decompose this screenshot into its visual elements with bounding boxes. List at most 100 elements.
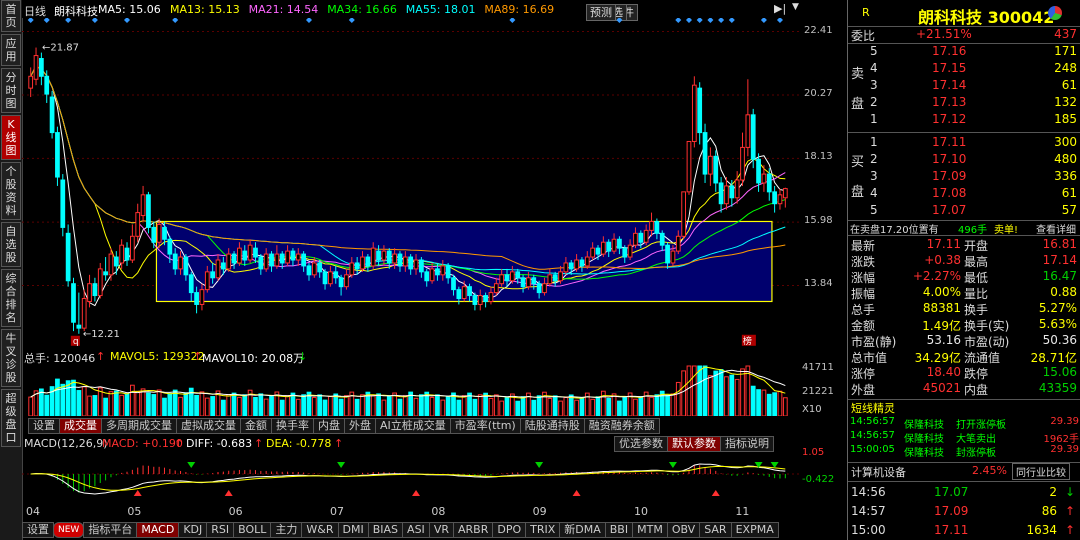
volume-bar	[167, 393, 173, 416]
candle-body	[328, 271, 333, 285]
ask-row[interactable]: 4 17.15 248	[848, 61, 1080, 76]
volume-bar	[220, 399, 226, 416]
volume-tab[interactable]: 内盘	[313, 418, 345, 434]
indicator-tab[interactable]: 新DMA	[559, 522, 606, 538]
indicator-tab[interactable]: SAR	[699, 522, 732, 538]
macd-param-button[interactable]: 指标说明	[720, 436, 774, 452]
left-nav-item[interactable]: 牛叉诊股	[1, 329, 21, 387]
ma-legend-item: MA21: 14.54	[248, 3, 319, 16]
left-nav-item[interactable]: 综合排名	[1, 269, 21, 327]
volume-bar	[338, 398, 344, 416]
macd-param-button[interactable]: 默认参数	[667, 436, 721, 452]
candle-body	[542, 283, 547, 294]
left-nav-item[interactable]: 自选股	[1, 222, 21, 267]
indicator-tab[interactable]: DMI	[337, 522, 369, 538]
macd-param-button[interactable]: 优选参数	[614, 436, 668, 452]
ma-legend-item: MA89: 16.69	[484, 3, 555, 16]
sprite-row[interactable]: 14:56:57 保隆科技 打开涨停板 29.39	[848, 416, 1080, 431]
candle-body	[408, 256, 414, 270]
indicator-tab[interactable]: OBV	[666, 522, 701, 538]
candlestick-chart[interactable]: ←21.87 ←12.21 q 榜	[22, 18, 802, 348]
indicator-tab[interactable]: W&R	[301, 522, 339, 538]
indicator-tab[interactable]: MACD	[136, 522, 180, 538]
ask-row[interactable]: 2 17.13 132	[848, 95, 1080, 110]
dropdown-caret-icon[interactable]: ▼	[792, 2, 799, 12]
candle-body	[595, 247, 601, 255]
indicator-tab[interactable]: BIAS	[367, 522, 404, 538]
event-marker-bang-label: 榜	[743, 335, 752, 347]
event-diamond	[172, 18, 179, 23]
indicator-tab[interactable]: ASI	[402, 522, 430, 538]
candle-body	[338, 277, 344, 288]
sprite-row[interactable]: 15:00:05 保隆科技 封涨停板 29.39	[848, 444, 1080, 459]
volume-tab[interactable]: AI立桩成交量	[375, 418, 451, 434]
volume-bar	[520, 396, 526, 416]
event-diamond	[348, 18, 355, 23]
volume-tab[interactable]: 成交量	[59, 418, 102, 434]
indicator-tab[interactable]: VR	[428, 522, 454, 538]
volume-tab[interactable]: 融资融券余额	[583, 418, 660, 434]
volume-chart[interactable]	[22, 364, 802, 416]
volume-bar	[681, 370, 687, 416]
left-nav-item[interactable]: K线图	[1, 115, 21, 160]
volume-bar	[81, 386, 87, 416]
sell-note-link[interactable]: 查看详细	[1036, 221, 1076, 236]
volume-tab[interactable]: 虚拟成交量	[176, 418, 241, 434]
volume-bar	[162, 397, 167, 416]
indicator-tab[interactable]: 设置	[22, 522, 54, 538]
candle-body	[285, 250, 290, 264]
candle-body	[376, 250, 381, 261]
nav-end-icon[interactable]: ▶|	[774, 2, 786, 15]
candle-body	[135, 212, 141, 237]
volume-tab[interactable]: 金额	[240, 418, 272, 434]
indicator-tab[interactable]: KDJ	[178, 522, 208, 538]
volume-tab[interactable]: 多周期成交量	[101, 418, 177, 434]
industry-compare-button[interactable]: 同行业比较	[1012, 463, 1070, 480]
period-label[interactable]: 日线	[24, 3, 46, 19]
tick-list: 14:56 17.07 2 ↓ 14:57 17.09 86 ↑ 15:00 17.11 1634 ↑	[848, 481, 1080, 540]
left-nav-item[interactable]: 个股资料	[1, 162, 21, 220]
indicator-tab[interactable]: 主力	[270, 522, 303, 538]
volume-bar	[697, 365, 703, 416]
indicator-tab[interactable]: 指标平台	[83, 522, 138, 538]
indicator-tab[interactable]: RSI	[206, 522, 235, 538]
indicator-tab[interactable]: BOLL	[233, 522, 272, 538]
left-nav-item[interactable]: 首页	[1, 0, 21, 32]
indicator-tab[interactable]: MTM	[632, 522, 668, 538]
price-axis-label: 15.98	[804, 215, 833, 227]
volume-bar	[419, 394, 424, 416]
indicator-tab[interactable]: EXPMA	[730, 522, 779, 538]
left-nav-item[interactable]: 分时图	[1, 68, 21, 113]
bid-row[interactable]: 2 17.10 480	[848, 152, 1080, 167]
volume-tab[interactable]: 换手率	[271, 418, 314, 434]
volume-tab[interactable]: 陆股通持股	[519, 418, 585, 434]
indicator-tab[interactable]: NEW	[53, 522, 85, 538]
ask-row[interactable]: 1 17.12 185	[848, 112, 1080, 127]
left-nav-item[interactable]: 超级盘口	[1, 389, 21, 447]
macd-title: MACD(12,26,9)	[24, 437, 108, 450]
volume-bar	[611, 393, 617, 416]
ask-row[interactable]: 5 17.16 171	[848, 44, 1080, 59]
indicator-tab[interactable]: TRIX	[525, 522, 561, 538]
sprite-title[interactable]: 短线精灵	[851, 400, 895, 416]
indicator-tab[interactable]: BBI	[604, 522, 634, 538]
bid-row[interactable]: 5 17.07 57	[848, 203, 1080, 218]
volume-bar	[381, 399, 387, 416]
macd-chart[interactable]	[22, 452, 802, 502]
bid-row[interactable]: 4 17.08 61	[848, 186, 1080, 201]
indicator-tab[interactable]: ARBR	[452, 522, 494, 538]
candle-body	[777, 194, 783, 205]
left-nav-item[interactable]: 应用	[1, 34, 21, 66]
volume-tab[interactable]: 设置	[28, 418, 60, 434]
volume-bar	[28, 396, 34, 416]
bid-row[interactable]: 1 17.11 300	[848, 135, 1080, 150]
volume-tab[interactable]: 市盈率(ttm)	[449, 418, 521, 434]
indicator-tab[interactable]: DPO	[492, 522, 527, 538]
bid-row[interactable]: 3 17.09 336	[848, 169, 1080, 184]
dea-value: DEA: -0.778	[266, 437, 332, 450]
pie-icon[interactable]	[1048, 6, 1062, 20]
sprite-row[interactable]: 14:56:57 保隆科技 大笔卖出 1962手	[848, 430, 1080, 445]
event-diamond	[43, 18, 50, 23]
ask-row[interactable]: 3 17.14 61	[848, 78, 1080, 93]
volume-tab[interactable]: 外盘	[344, 418, 376, 434]
